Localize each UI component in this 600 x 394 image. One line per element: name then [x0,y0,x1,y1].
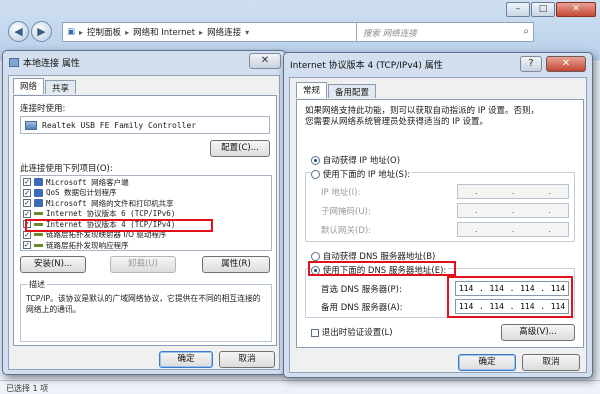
search-input[interactable]: 搜索 网络连接 ⌕ [356,22,534,42]
tab-strip: 网络 共享 [13,78,77,94]
checkbox[interactable]: ✓ [23,209,31,218]
alternate-dns-label: 备用 DNS 服务器(A): [321,303,403,313]
breadcrumb-2[interactable]: 网络连接 [207,26,241,38]
auto-ip-radio[interactable] [311,156,320,165]
auto-dns-radio[interactable] [311,252,320,261]
back-icon[interactable]: ◀ [8,21,29,42]
validate-option[interactable]: 退出时验证设置(L) [311,326,393,338]
list-item[interactable]: ✓ 链路层拓扑发现响应程序 [23,240,269,251]
ip-address-label: IP 地址(I): [321,188,361,198]
dialog-title: 本地连接 属性 [23,58,80,69]
checkbox[interactable]: ✓ [23,199,31,208]
gateway-label: 默认网关(D): [321,226,372,236]
tab-network[interactable]: 网络 [13,78,45,94]
protocol-icon [34,243,43,247]
gateway-field: ... [457,222,569,237]
ok-button[interactable]: 确定 [458,354,516,371]
uninstall-button: 卸载(U) [110,256,176,273]
protocol-icon [34,212,43,216]
dialog-title: Internet 协议版本 4 (TCP/IPv4) 属性 [290,60,443,71]
ipv4-properties-dialog: Internet 协议版本 4 (TCP/IPv4) 属性 ? ✕ 常规 备用配… [283,52,593,378]
dialog-titlebar: 本地连接 属性 [3,51,285,73]
list-item[interactable]: ✓ Internet 协议版本 6 (TCP/IPv6) [23,209,269,220]
items-label: 此连接使用下列项目(O): [20,164,113,174]
manual-ip-option[interactable]: 使用下面的 IP 地址(S): [311,168,413,180]
tab-sharing[interactable]: 共享 [45,80,77,94]
minimize-button[interactable]: – [506,2,530,17]
properties-button[interactable]: 属性(R) [202,256,270,273]
list-item[interactable]: ✓ Microsoft 网络客户端 [23,177,269,188]
subnet-mask-label: 子网掩码(U): [321,207,371,217]
client-icon [34,178,43,187]
checkbox[interactable]: ✓ [23,188,31,197]
validate-checkbox[interactable] [311,328,319,337]
auto-ip-option[interactable]: 自动获得 IP 地址(O) [311,154,400,166]
network-adapter-icon [25,120,37,130]
components-list: ✓ Microsoft 网络客户端 ✓ QoS 数据包计划程序 ✓ Microsoft… [20,175,272,251]
dialog-body: 网络 共享 连接时使用: Realtek USB FE Family Contr… [8,75,280,370]
adapter-name: Realtek USB FE Family Controller [42,120,197,130]
close-icon[interactable]: ✕ [546,56,586,72]
description-group: 描述 TCP/IP。该协议是默认的广域网络协议，它提供在不同的相互连接的网络上的… [20,279,272,342]
install-button[interactable]: 安装(N)... [20,256,86,273]
breadcrumb-0[interactable]: 控制面板 [87,26,121,38]
adapter-field: Realtek USB FE Family Controller [20,116,270,134]
checkbox[interactable]: ✓ [23,241,31,250]
cancel-button[interactable]: 取消 [522,354,580,371]
tab-general[interactable]: 常规 [296,82,328,98]
list-item[interactable]: ✓ QoS 数据包计划程序 [23,188,269,199]
dialog-body: 常规 备用配置 如果网络支持此功能，则可以获取自动指派的 IP 设置。否则，您需… [289,77,587,373]
search-placeholder: 搜索 网络连接 [363,29,417,39]
advanced-button[interactable]: 高级(V)... [501,324,575,341]
highlight-box [25,219,213,232]
close-icon[interactable]: ✕ [249,53,281,69]
forward-icon[interactable]: ▶ [31,21,52,42]
ip-address-field: ... [457,184,569,199]
tab-alternate-config[interactable]: 备用配置 [328,84,377,98]
manual-ip-radio[interactable] [311,170,320,179]
ok-button[interactable]: 确定 [159,351,213,368]
tab-strip: 常规 备用配置 [296,82,377,98]
tab-panel: 如果网络支持此功能，则可以获取自动指派的 IP 设置。否则，您需要从网络系统管理… [296,99,584,348]
subnet-mask-field: ... [457,203,569,218]
connect-using-label: 连接时使用: [20,104,66,114]
service-icon [34,188,43,197]
control-panel-icon: ▣ [67,27,76,37]
intro-text: 如果网络支持此功能，则可以获取自动指派的 IP 设置。否则，您需要从网络系统管理… [305,106,540,127]
cancel-button[interactable]: 取消 [219,351,275,368]
help-icon[interactable]: ? [520,56,542,72]
search-icon[interactable]: ⌕ [523,26,529,37]
navigation-bar: ◀ ▶ ▣ ▸ 控制面板 ▸ 网络和 Internet ▸ 网络连接 ▾ 搜索 … [0,18,600,46]
highlight-box [308,261,456,276]
tab-panel: 连接时使用: Realtek USB FE Family Controller … [13,95,277,346]
configure-button[interactable]: 配置(C)... [210,140,270,157]
network-connection-icon [9,57,19,67]
description-text: TCP/IP。该协议是默认的广域网络协议，它提供在不同的相互连接的网络上的通讯。 [26,294,261,314]
checkbox[interactable]: ✓ [23,178,31,187]
protocol-icon [34,233,43,237]
service-icon [34,199,43,208]
description-title: 描述 [27,279,47,290]
breadcrumb-1[interactable]: 网络和 Internet [133,26,195,38]
dns-highlight-box [447,276,573,318]
local-connection-properties-dialog: 本地连接 属性 ✕ 网络 共享 连接时使用: Realtek USB FE Fa… [2,50,286,375]
close-window-button[interactable]: ✕ [556,2,596,17]
list-item[interactable]: ✓ Microsoft 网络的文件和打印机共享 [23,198,269,209]
maximize-button[interactable]: □ [531,2,555,17]
status-text: 已选择 1 项 [6,384,49,393]
status-bar: 已选择 1 项 [0,380,600,394]
preferred-dns-label: 首选 DNS 服务器(P): [321,285,402,295]
window-controls: – □ ✕ [506,2,596,17]
